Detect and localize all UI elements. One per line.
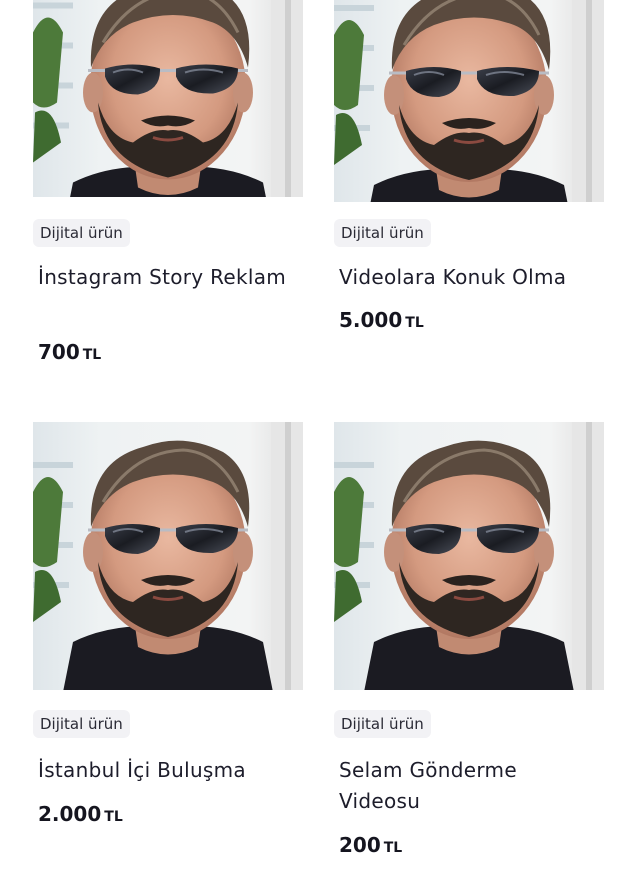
price-currency: TL <box>405 315 424 331</box>
product-image[interactable] <box>334 0 604 202</box>
price-currency: TL <box>82 347 102 363</box>
product-card[interactable]: Dijital ürün İstanbul İçi Buluşma 2.000 T… <box>33 422 305 826</box>
category-badge: Dijital ürün <box>334 710 431 738</box>
price-value: 200 <box>339 833 381 857</box>
category-badge: Dijital ürün <box>33 710 130 738</box>
price-currency: TL <box>383 840 403 856</box>
product-image[interactable] <box>33 0 303 197</box>
price-value: 2.000 <box>38 802 102 826</box>
price-value: 5.000 <box>339 308 403 332</box>
product-price: 2.000 TL <box>38 802 123 826</box>
price-currency: TL <box>104 809 123 825</box>
product-card[interactable]: Dijital ürün Selam Gönderme Videosu 200 T… <box>334 422 606 857</box>
category-badge: Dijital ürün <box>334 219 431 247</box>
price-value: 700 <box>38 340 80 364</box>
category-badge: Dijital ürün <box>33 219 130 247</box>
product-image[interactable] <box>33 422 303 690</box>
product-image[interactable] <box>334 422 604 690</box>
product-price: 5.000 TL <box>339 308 424 332</box>
product-title[interactable]: İstanbul İçi Buluşma <box>38 755 300 786</box>
product-card[interactable]: Dijital ürün Videolara Konuk Olma 5.000 T… <box>334 0 606 332</box>
product-title[interactable]: Selam Gönderme Videosu <box>339 755 601 817</box>
product-title[interactable]: İnstagram Story Reklam <box>38 262 300 293</box>
product-title[interactable]: Videolara Konuk Olma <box>339 262 601 293</box>
product-price: 700 TL <box>38 340 101 364</box>
product-price: 200 TL <box>339 833 402 857</box>
product-card[interactable]: Dijital ürün İnstagram Story Reklam 700 T… <box>33 0 305 364</box>
